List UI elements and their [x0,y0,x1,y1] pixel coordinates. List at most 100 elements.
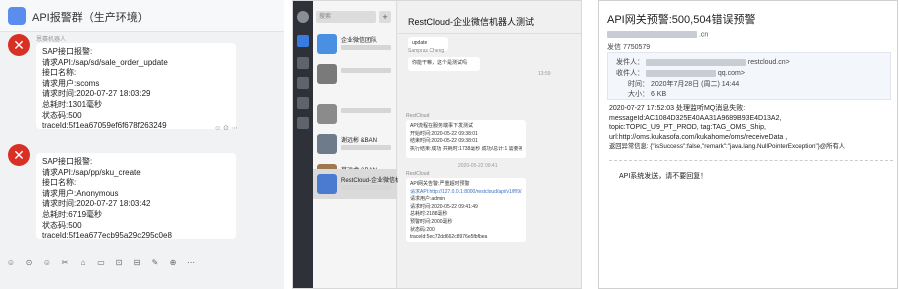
message-line: 状态码:500 [42,110,82,120]
search-input[interactable]: 搜索 [316,11,376,23]
time-value: 2020年7月28日 (周二) 14:44 [650,81,740,88]
alert-bubble[interactable]: API网关告警:严重超时预警 请求API:http://127.0.0.1:80… [406,178,526,242]
screen-icon[interactable]: ▭ [94,258,108,267]
message-line: 接口名称: [42,178,77,188]
conversation-avatar [317,174,337,194]
error-avatar-icon: ✕ [8,34,30,56]
redacted-text [645,69,716,77]
conversation-item[interactable] [313,99,397,129]
more-icon[interactable]: ⋯ [184,258,198,267]
message-line: 总耗时:1301毫秒 [42,99,103,109]
conversation-avatar [317,104,337,124]
message-sender: 恩赛机器人 [36,37,67,43]
alert-line: 状态码:200 [410,226,435,233]
redacted-text [607,31,697,38]
alert-line: 执行结果:成功 共耗时:1738毫秒 成功/总计:1 需要补偿:0 分 [410,145,522,152]
email-subject: API网关预警:500,504错误预警 [607,14,756,26]
chat-bubble[interactable]: 你能干嘛，这个是测试吗 [408,57,480,71]
recipient-row: 收件人： qq.com> [616,68,745,78]
conversation-name: 企业微信团队 [341,38,378,44]
folder-icon[interactable]: ⌂ [76,258,90,267]
time-row: 时间： 2020年7月28日 (周二) 14:44 [628,79,739,89]
message-reactions[interactable]: ☺ ⊙ ⋯ [214,124,238,132]
body-line: 返回异常信息: {"isSuccess":false,"remark":"jav… [609,143,846,151]
message-line: 状态码:500 [42,220,82,230]
conversation-list: 搜索 + 企业微信团队 谢远彬 &BAN 莫远虎 &BAN [313,1,406,288]
alert-line: traceId:5ec72dd662c8976e5fbfbea [410,234,488,241]
chat-header: API报警群（生产环境） [0,0,284,32]
message-line: SAP接口报警: [42,157,93,166]
message-line: 请求API:/sap/pp/sku_create [42,167,141,177]
chat-pane: RestCloud-企业微信机器人测试 update Sampras Cheng… [398,1,581,288]
message-bubble[interactable]: SAP接口报警: 请求API:/sap/pp/sku_create 接口名称: … [36,153,236,241]
conversation-item-selected[interactable]: RestCloud-企业微信机... [313,169,406,199]
email-from: .cn [607,31,708,38]
edit-icon[interactable]: ✎ [148,258,162,267]
conversation-name: 谢远彬 &BAN [341,138,378,144]
message-sender: RestCloud [406,171,430,177]
message-bubble[interactable]: SAP接口报警: 请求API:/sap/sd/sale_order_update… [36,43,236,131]
dingtalk-chat-panel: API报警群（生产环境） ✕ 恩赛机器人 SAP接口报警: 请求API:/sap… [0,0,284,289]
email-panel: API网关预警:500,504错误预警 .cn 发信 7750579 发件人： … [598,0,898,289]
email-from-suffix: .cn [698,31,709,39]
conversation-item[interactable]: 谢远彬 &BAN [313,129,397,159]
chat-message: ✕ SAP接口报警: 请求API:/sap/pp/sku_create 接口名称… [0,144,284,244]
conversation-preview [341,108,391,113]
alert-line: 结束时间:2020-05-22 09:38:01 [410,138,478,145]
alert-bubble[interactable]: API流程在服务端事下发测试 开始时间:2020-05-22 09:38:01 … [406,120,526,158]
send-number: 发信 7750579 [607,44,651,51]
contacts-icon[interactable] [297,97,309,109]
message-time: 13:59 [538,71,551,77]
recipient-label: 收件人： [616,70,644,77]
sender-label: 发件人： [616,59,644,66]
emoji-icon[interactable]: ☺ [4,258,18,267]
docs-icon[interactable] [297,57,309,69]
calendar-icon[interactable] [297,77,309,89]
body-line: url:http://oms.kukasofa.com/kukahome/oms… [609,133,788,141]
email-header-box: 发件人： restcloud.cn> 收件人： qq.com> 时间： 2020… [607,52,891,100]
message-line: 请求用户:Anonymous [42,188,119,198]
recipient-address[interactable]: qq.com> [718,70,745,77]
workbench-icon[interactable] [297,117,309,129]
messages-icon[interactable] [297,35,309,47]
scissors-icon[interactable]: ✂ [58,258,72,267]
message-sender: Sampras Cheng [408,48,445,54]
add-icon[interactable]: ⊕ [166,258,180,267]
conversation-preview [341,45,391,50]
time-label: 时间： [628,81,649,88]
message-line: 接口名称: [42,68,77,78]
email-footer: API系统发送，请不要回复！ [609,160,893,181]
sender-address[interactable]: restcloud.cn> [748,59,790,66]
error-avatar-icon: ✕ [8,144,30,166]
conversation-name: RestCloud-企业微信机... [341,178,407,184]
email-body: 2020-07-27 17:52:03 处理监听MQ消息失败: messageI… [609,104,893,152]
sticker-icon[interactable]: ☺ [40,258,54,267]
message-line: 请求API:/sap/sd/sale_order_update [42,57,168,67]
redacted-text [645,58,746,66]
body-line: topic:TOPIC_U9_PT_PROD, tag:TAG_OMS_Ship… [609,124,766,132]
chat-title: API报警群（生产环境） [32,12,149,24]
message-time: 2020-05-22 09:41 [458,163,498,169]
size-row: 大小： 6 KB [628,89,666,99]
alert-line: API流程在服务端事下发测试 [410,123,474,129]
message-sender: RestCloud [406,113,430,119]
conversation-preview [341,145,391,150]
app-sidebar [293,1,313,288]
chat-message: ✕ 恩赛机器人 SAP接口报警: 请求API:/sap/sd/sale_orde… [0,34,284,134]
profile-avatar-icon[interactable] [297,11,309,23]
conversation-avatar [317,134,337,154]
message-line: SAP接口报警: [42,47,93,56]
conversation-item[interactable]: 企业微信团队 [313,29,397,59]
calendar-icon[interactable]: ⊡ [112,258,126,267]
alert-line: API网关告警:严重超时预警 [410,181,470,187]
sender-row: 发件人： restcloud.cn> [616,57,790,67]
add-button[interactable]: + [379,11,391,23]
size-label: 大小： [628,91,649,98]
conversation-avatar [317,34,337,54]
conversation-preview [341,185,391,190]
message-line: traceId:5f1ea677ecb95a29c295c0e8 [42,231,172,241]
task-icon[interactable]: ⊟ [130,258,144,267]
message-line: traceId:5f1ea67059ef6f678f263249 [42,121,167,131]
conversation-item[interactable] [313,59,397,89]
mention-icon[interactable]: ⊙ [22,258,36,267]
